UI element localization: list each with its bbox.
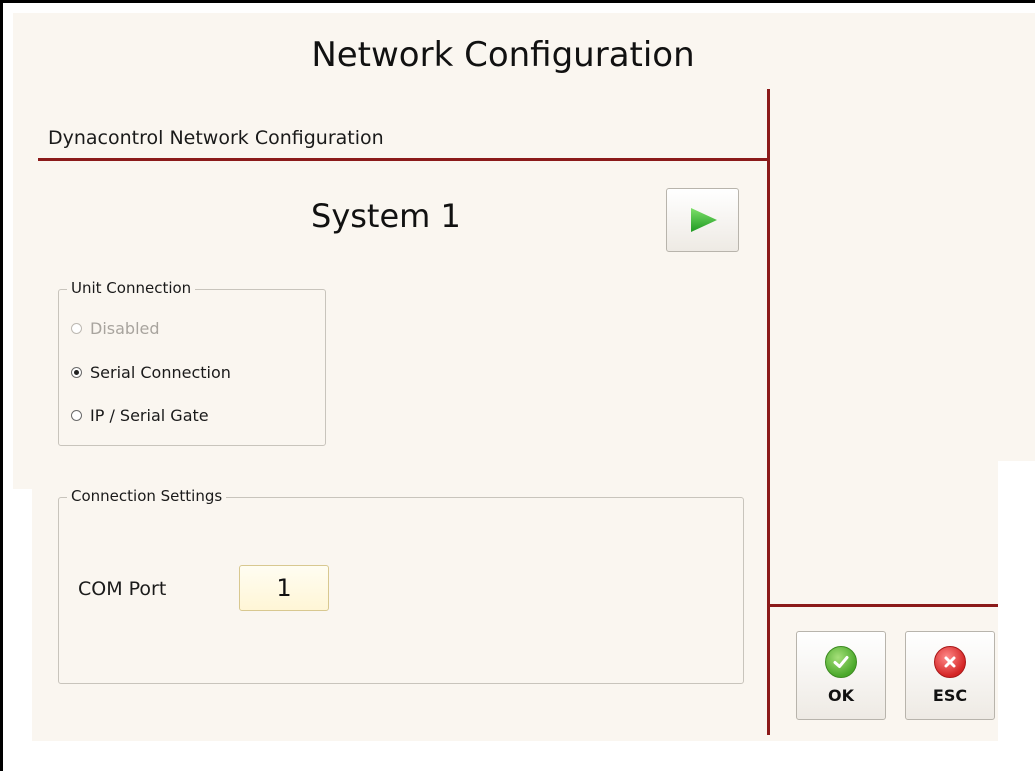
unit-connection-legend: Unit Connection [67,279,196,297]
com-port-input[interactable]: 1 [239,565,329,611]
radio-ip-serial-gate[interactable]: IP / Serial Gate [71,406,209,425]
divider-vertical [767,89,770,735]
background-patch [6,489,32,741]
system-title: System 1 [311,197,461,235]
radio-disabled[interactable]: Disabled [71,319,160,338]
window-frame: Network Configuration Dynacontrol Networ… [0,0,1035,774]
divider-header [38,158,769,161]
radio-button[interactable] [71,410,82,421]
com-port-label: COM Port [78,578,167,600]
radio-button-selected[interactable] [71,367,82,378]
play-button[interactable] [666,188,739,252]
checkmark-icon [825,646,857,678]
play-icon [690,208,717,232]
background-patch [998,461,1035,774]
connection-settings-group: Connection Settings COM Port 1 [58,487,744,684]
radio-label: IP / Serial Gate [90,406,209,425]
radio-label: Disabled [90,319,160,338]
esc-label: ESC [932,686,968,705]
unit-connection-group: Unit Connection Disabled Serial Connecti… [58,279,326,446]
ok-label: OK [828,686,854,705]
window-title: Network Configuration [311,35,695,75]
radio-button[interactable] [71,323,82,334]
radio-label: Serial Connection [90,363,231,382]
ok-button[interactable]: OK [796,631,886,720]
divider-button-area [770,604,998,607]
close-icon [934,646,966,678]
connection-settings-legend: Connection Settings [67,487,227,505]
radio-serial-connection[interactable]: Serial Connection [71,363,231,382]
section-header: Dynacontrol Network Configuration [48,127,384,149]
esc-button[interactable]: ESC [905,631,995,720]
